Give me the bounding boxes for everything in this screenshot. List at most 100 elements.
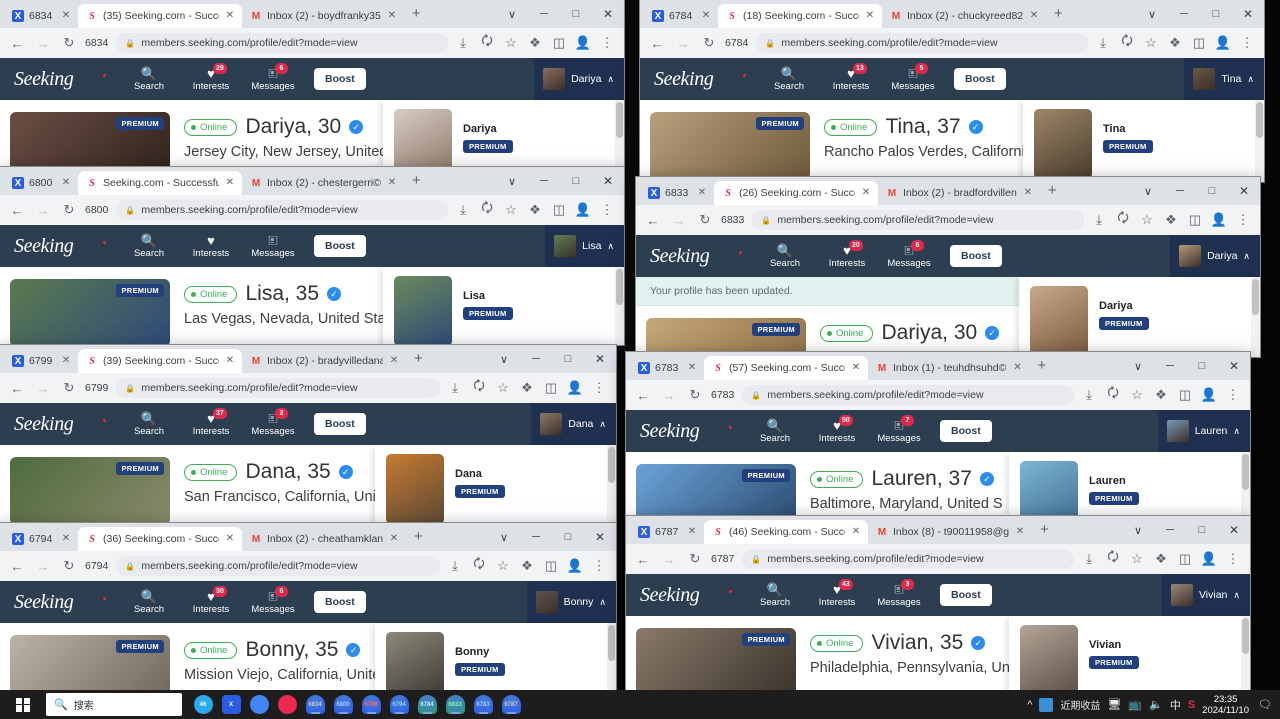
- seeking-logo[interactable]: Seeking: [626, 584, 744, 607]
- new-tab-button[interactable]: +: [1040, 182, 1065, 201]
- account-dropdown-panel[interactable]: Lauren PREMIUM: [1009, 452, 1250, 522]
- install-icon[interactable]: ⤓: [1088, 209, 1110, 231]
- chevron-up-icon[interactable]: ∧: [1233, 426, 1240, 437]
- extensions-icon[interactable]: ❖: [1150, 548, 1172, 570]
- account-dropdown-panel[interactable]: Tina PREMIUM: [1023, 100, 1264, 182]
- install-icon[interactable]: ⤓: [452, 32, 474, 54]
- seeking-logo[interactable]: Seeking: [0, 68, 118, 91]
- profile-avatar-icon[interactable]: 👤: [1208, 209, 1230, 231]
- tab-close-icon[interactable]: ✕: [386, 177, 398, 189]
- profile-avatar-icon[interactable]: 👤: [572, 199, 594, 221]
- nav-item-interests[interactable]: ♥ Interests 13: [820, 63, 882, 93]
- side-panel-icon[interactable]: ◫: [540, 555, 562, 577]
- profile-cover-photo[interactable]: PREMIUM: [10, 457, 170, 523]
- tab-close-icon[interactable]: ✕: [700, 10, 712, 22]
- seeking-logo[interactable]: Seeking: [0, 413, 118, 436]
- notification-center-icon[interactable]: 🗨: [1256, 696, 1274, 714]
- page-scrollbar[interactable]: [615, 267, 624, 345]
- browser-tab[interactable]: S (39) Seeking.com - Succe ✕: [78, 349, 242, 373]
- seeking-logo[interactable]: Seeking: [0, 591, 118, 614]
- nav-item-interests[interactable]: ♥ Interests 50: [806, 415, 868, 445]
- chevron-up-icon[interactable]: ∧: [599, 419, 606, 430]
- taskbar-app-opera[interactable]: [274, 692, 300, 718]
- forward-arrow-icon[interactable]: →: [672, 32, 694, 54]
- boost-button[interactable]: Boost: [314, 68, 366, 90]
- browser-tab[interactable]: S (18) Seeking.com - Succe ✕: [718, 4, 882, 28]
- taskbar-app-icons[interactable]: 46 X 6834 6800 6799 6794 6784 6833 6783 6787: [190, 692, 524, 718]
- maximize-button[interactable]: □: [552, 523, 584, 551]
- share-icon[interactable]: 🗘: [468, 555, 490, 577]
- nav-item-search[interactable]: 🔍 Search: [118, 588, 180, 616]
- reload-icon[interactable]: ↻: [698, 32, 720, 54]
- taskbar-search-input[interactable]: 🔍 搜索: [46, 693, 182, 716]
- tab-close-icon[interactable]: ✕: [1014, 526, 1026, 538]
- tab-close-icon[interactable]: ✕: [224, 533, 236, 545]
- tab-close-icon[interactable]: ✕: [60, 533, 72, 545]
- tab-close-icon[interactable]: ✕: [1028, 10, 1040, 22]
- nav-item-messages[interactable]: 🗉 Messages: [242, 232, 304, 260]
- profile-cover-photo[interactable]: PREMIUM: [636, 464, 796, 522]
- nav-item-interests[interactable]: ♥ Interests 43: [806, 579, 868, 609]
- close-button[interactable]: ✕: [1228, 177, 1260, 205]
- profile-cover-photo[interactable]: PREMIUM: [636, 628, 796, 696]
- share-icon[interactable]: 🗘: [1116, 32, 1138, 54]
- forward-arrow-icon[interactable]: →: [32, 199, 54, 221]
- chevron-up-icon[interactable]: ∧: [1247, 74, 1254, 85]
- install-icon[interactable]: ⤓: [1092, 32, 1114, 54]
- nav-user-menu[interactable]: Vivian ∧: [1161, 574, 1250, 616]
- nav-user-menu[interactable]: Lisa ∧: [545, 225, 624, 267]
- nav-user-menu[interactable]: Bonny ∧: [526, 581, 616, 623]
- three-dot-menu-icon[interactable]: ⋮: [1222, 548, 1244, 570]
- scrollbar-thumb[interactable]: [608, 447, 615, 483]
- taskbar-window-6833[interactable]: 6833: [442, 692, 468, 718]
- browser-tab[interactable]: S Seeking.com - Successful ✕: [78, 171, 242, 195]
- star-icon[interactable]: ☆: [1136, 209, 1158, 231]
- new-tab-button[interactable]: +: [404, 172, 429, 191]
- tab-search-icon[interactable]: ∨: [1132, 177, 1164, 205]
- side-panel-icon[interactable]: ◫: [540, 377, 562, 399]
- account-dropdown-panel[interactable]: Bonny PREMIUM: [375, 623, 616, 695]
- tab-close-icon[interactable]: ✕: [388, 355, 400, 367]
- browser-tab[interactable]: M Inbox (2) - cheathamklan ✕: [242, 527, 406, 551]
- profile-avatar-icon[interactable]: 👤: [564, 377, 586, 399]
- tab-search-icon[interactable]: ∨: [1122, 516, 1154, 544]
- maximize-button[interactable]: □: [1200, 0, 1232, 28]
- install-icon[interactable]: ⤓: [444, 377, 466, 399]
- close-button[interactable]: ✕: [592, 0, 624, 28]
- boost-button[interactable]: Boost: [314, 235, 366, 257]
- page-scrollbar[interactable]: [607, 623, 616, 695]
- extensions-icon[interactable]: ❖: [524, 199, 546, 221]
- forward-arrow-icon[interactable]: →: [668, 209, 690, 231]
- install-icon[interactable]: ⤓: [1078, 384, 1100, 406]
- nav-item-messages[interactable]: 🗉 Messages 3: [868, 579, 930, 609]
- browser-tab[interactable]: M Inbox (1) - teuhdhsuhd© ✕: [868, 356, 1029, 380]
- tab-close-icon[interactable]: ✕: [224, 177, 236, 189]
- maximize-button[interactable]: □: [1196, 177, 1228, 205]
- tab-close-icon[interactable]: ✕: [60, 177, 72, 189]
- browser-tab[interactable]: M Inbox (2) - bradyvilledana ✕: [242, 349, 406, 373]
- boost-button[interactable]: Boost: [940, 584, 992, 606]
- minimize-button[interactable]: ─: [528, 167, 560, 195]
- nav-item-interests[interactable]: ♥ Interests 37: [180, 408, 242, 438]
- address-bar[interactable]: 🔒 members.seeking.com/profile/edit?mode=v…: [742, 385, 1074, 405]
- taskbar-window-6794[interactable]: 6794: [386, 692, 412, 718]
- forward-arrow-icon[interactable]: →: [658, 384, 680, 406]
- taskbar-window-6799[interactable]: 6799: [358, 692, 384, 718]
- boost-button[interactable]: Boost: [954, 68, 1006, 90]
- tab-close-icon[interactable]: ✕: [224, 355, 236, 367]
- account-dropdown-panel[interactable]: Dana PREMIUM: [375, 445, 616, 523]
- browser-tab[interactable]: S (35) Seeking.com - Succe ✕: [78, 4, 242, 28]
- boost-button[interactable]: Boost: [940, 420, 992, 442]
- nav-user-menu[interactable]: Dariya ∧: [1170, 235, 1260, 277]
- browser-tab[interactable]: X 6787 ✕: [630, 520, 704, 544]
- tab-close-icon[interactable]: ✕: [224, 10, 236, 22]
- install-icon[interactable]: ⤓: [444, 555, 466, 577]
- tab-close-icon[interactable]: ✕: [850, 526, 862, 538]
- address-bar[interactable]: 🔒 members.seeking.com/profile/edit?mode=v…: [742, 549, 1074, 569]
- share-icon[interactable]: 🗘: [476, 32, 498, 54]
- nav-item-search[interactable]: 🔍 Search: [118, 232, 180, 260]
- star-icon[interactable]: ☆: [1126, 384, 1148, 406]
- tab-close-icon[interactable]: ✕: [386, 10, 398, 22]
- page-scrollbar[interactable]: [1255, 100, 1264, 182]
- chevron-up-icon[interactable]: ∧: [1243, 251, 1250, 262]
